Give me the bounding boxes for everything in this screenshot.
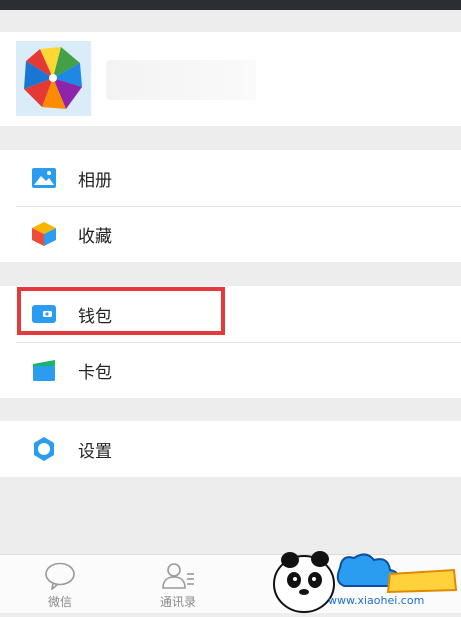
profile-header[interactable] bbox=[0, 32, 461, 126]
card-package-icon bbox=[30, 356, 58, 384]
site-watermark-logo: www.xiaohei.com bbox=[270, 546, 461, 613]
menu-item-label: 收藏 bbox=[78, 226, 112, 247]
avatar[interactable] bbox=[16, 41, 91, 116]
tab-label: 通讯录 bbox=[159, 595, 196, 609]
chat-icon bbox=[44, 561, 76, 591]
menu-item-settings[interactable]: 设置 bbox=[0, 421, 461, 477]
menu-group-1: 相册 收藏 bbox=[0, 150, 461, 262]
tab-wechat[interactable]: 微信 bbox=[15, 555, 105, 613]
menu-item-label: 相册 bbox=[78, 170, 112, 191]
profile-name-blurred bbox=[106, 60, 256, 100]
wallet-highlight-box bbox=[17, 287, 225, 335]
menu-item-favorites[interactable]: 收藏 bbox=[0, 206, 461, 262]
settings-icon bbox=[30, 435, 58, 463]
menu-group-3: 设置 bbox=[0, 421, 461, 477]
menu-item-album[interactable]: 相册 bbox=[0, 150, 461, 206]
tab-label: 微信 bbox=[47, 595, 72, 609]
menu-item-card-package[interactable]: 卡包 bbox=[0, 342, 461, 398]
menu-item-label: 卡包 bbox=[78, 362, 112, 383]
watermark-url: www.xiaohei.com bbox=[328, 594, 425, 607]
tab-contacts[interactable]: 通讯录 bbox=[133, 555, 223, 613]
status-bar bbox=[0, 0, 461, 10]
favorites-icon bbox=[30, 220, 58, 248]
album-icon bbox=[30, 164, 58, 192]
menu-item-label: 设置 bbox=[78, 441, 112, 462]
contacts-icon bbox=[160, 561, 196, 591]
